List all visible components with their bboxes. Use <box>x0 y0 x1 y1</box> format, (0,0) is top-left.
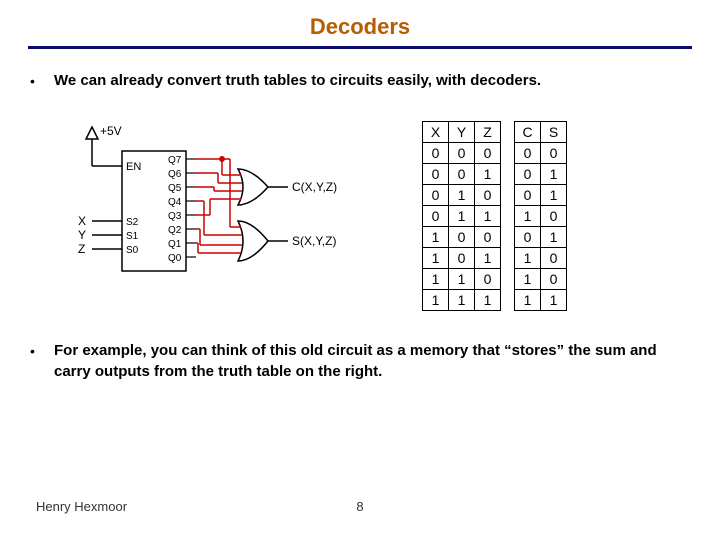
q4: Q4 <box>168 197 182 208</box>
cell: 1 <box>449 290 475 311</box>
cell-gap <box>501 164 515 185</box>
input-y: Y <box>78 228 86 242</box>
col-z: Z <box>475 122 501 143</box>
cell: 1 <box>423 290 449 311</box>
cell-gap <box>501 206 515 227</box>
table-header-row: X Y Z C S <box>423 122 567 143</box>
cell: 0 <box>475 227 501 248</box>
gate-s-label: S(X,Y,Z) <box>292 234 336 248</box>
table-row: 11010 <box>423 269 567 290</box>
cell-gap <box>501 143 515 164</box>
col-c: C <box>515 122 541 143</box>
cell: 0 <box>423 143 449 164</box>
decoder-circuit-diagram: +5V EN X Y Z S2 S1 S0 Q7 Q6 Q5 Q4 Q3 Q2 … <box>52 121 352 301</box>
enable-label: EN <box>126 161 141 173</box>
cell: 0 <box>449 248 475 269</box>
cell: 0 <box>515 227 541 248</box>
cell: 0 <box>449 164 475 185</box>
cell: 0 <box>515 164 541 185</box>
q0: Q0 <box>168 253 182 264</box>
bullet-1-text: We can already convert truth tables to c… <box>54 71 541 91</box>
table-row: 01001 <box>423 185 567 206</box>
cell: 0 <box>515 143 541 164</box>
q6: Q6 <box>168 169 182 180</box>
cell: 0 <box>541 248 567 269</box>
cell: 1 <box>515 269 541 290</box>
table-row: 10110 <box>423 248 567 269</box>
bullet-dot-icon: • <box>30 71 54 89</box>
cell: 1 <box>475 206 501 227</box>
cell: 1 <box>475 290 501 311</box>
table-row: 00101 <box>423 164 567 185</box>
cell: 0 <box>423 206 449 227</box>
cell: 1 <box>475 248 501 269</box>
cell: 1 <box>515 290 541 311</box>
pin-s2: S2 <box>126 217 139 228</box>
cell: 1 <box>423 248 449 269</box>
q7: Q7 <box>168 155 182 166</box>
cell: 0 <box>515 185 541 206</box>
cell: 0 <box>475 143 501 164</box>
cell: 0 <box>423 164 449 185</box>
bullet-dot-icon: • <box>30 341 54 359</box>
cell: 1 <box>541 164 567 185</box>
cell: 0 <box>541 269 567 290</box>
input-z: Z <box>78 242 85 256</box>
voltage-label: +5V <box>100 124 122 138</box>
q2: Q2 <box>168 225 182 236</box>
table-row: 00000 <box>423 143 567 164</box>
cell: 0 <box>475 269 501 290</box>
cell-gap <box>501 248 515 269</box>
bullet-1: • We can already convert truth tables to… <box>30 71 690 91</box>
pin-s0: S0 <box>126 245 139 256</box>
pin-s1: S1 <box>126 231 139 242</box>
cell: 1 <box>541 227 567 248</box>
cell-gap <box>501 269 515 290</box>
cell: 0 <box>475 185 501 206</box>
cell: 1 <box>541 290 567 311</box>
cell-gap <box>501 290 515 311</box>
table-row: 11111 <box>423 290 567 311</box>
cell-gap <box>501 185 515 206</box>
figure-row: +5V EN X Y Z S2 S1 S0 Q7 Q6 Q5 Q4 Q3 Q2 … <box>52 121 690 311</box>
content-area: • We can already convert truth tables to… <box>0 49 720 382</box>
cell: 1 <box>423 227 449 248</box>
footer-page: 8 <box>356 499 363 514</box>
col-gap <box>501 122 515 143</box>
cell: 1 <box>449 206 475 227</box>
col-x: X <box>423 122 449 143</box>
col-s: S <box>541 122 567 143</box>
table-row: 10001 <box>423 227 567 248</box>
bullet-2-text: For example, you can think of this old c… <box>54 341 690 382</box>
q1: Q1 <box>168 239 182 250</box>
cell: 0 <box>541 206 567 227</box>
cell: 1 <box>423 269 449 290</box>
cell: 1 <box>515 248 541 269</box>
cell: 1 <box>475 164 501 185</box>
cell: 1 <box>515 206 541 227</box>
q3: Q3 <box>168 211 182 222</box>
cell: 0 <box>449 227 475 248</box>
table-row: 01110 <box>423 206 567 227</box>
q5: Q5 <box>168 183 182 194</box>
cell: 1 <box>449 185 475 206</box>
cell: 1 <box>541 185 567 206</box>
gate-c-label: C(X,Y,Z) <box>292 180 337 194</box>
col-y: Y <box>449 122 475 143</box>
cell: 0 <box>541 143 567 164</box>
cell: 0 <box>449 143 475 164</box>
truth-table: X Y Z C S 000000010101001011101000110110… <box>422 121 567 311</box>
cell-gap <box>501 227 515 248</box>
cell: 0 <box>423 185 449 206</box>
page-title: Decoders <box>0 0 720 46</box>
input-x: X <box>78 214 86 228</box>
cell: 1 <box>449 269 475 290</box>
bullet-2: • For example, you can think of this old… <box>30 341 690 382</box>
footer: Henry Hexmoor 8 <box>0 499 720 514</box>
